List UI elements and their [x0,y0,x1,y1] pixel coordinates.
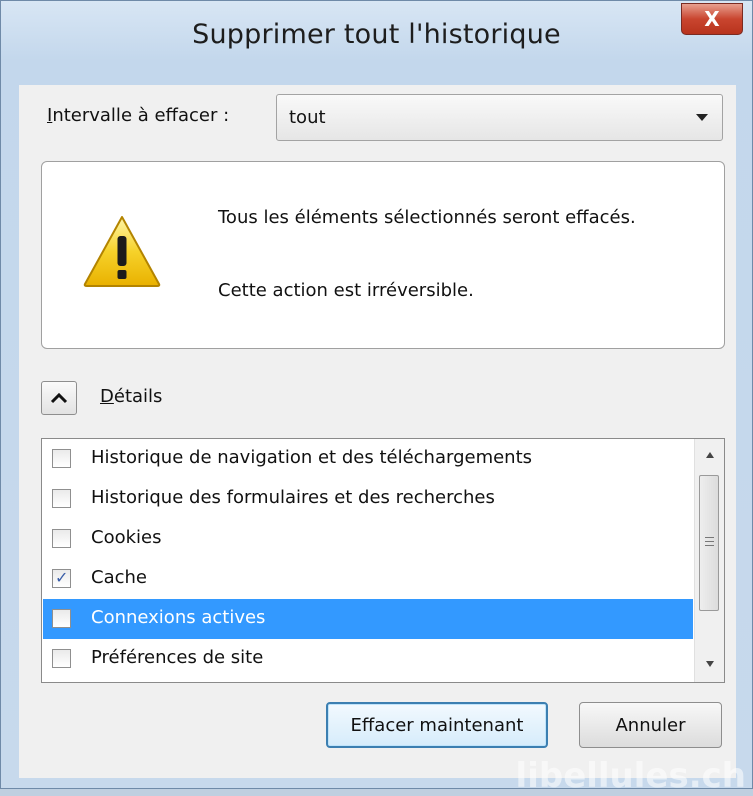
details-label[interactable]: Détails [100,386,162,407]
watermark: libellules.ch [515,756,746,796]
dialog-title: Supprimer tout l'historique [192,19,561,50]
scroll-up-arrow-icon [706,452,714,458]
cancel-button[interactable]: Annuler [579,702,722,748]
list-item-site-preferences[interactable]: Préférences de site [43,639,693,679]
list-item-browsing-history[interactable]: Historique de navigation et des téléchar… [43,439,693,479]
checkbox[interactable] [52,449,71,468]
checkbox[interactable] [52,529,71,548]
checkbox[interactable] [52,649,71,668]
warning-panel: Tous les éléments sélectionnés seront ef… [41,161,725,349]
item-label: Historique de navigation et des téléchar… [91,447,533,468]
close-button[interactable]: X [681,3,743,35]
list-item-cookies[interactable]: Cookies [43,519,693,559]
scroll-thumb[interactable] [699,475,719,611]
warning-message: Tous les éléments sélectionnés seront ef… [218,207,636,228]
dropdown-arrow-icon [696,114,708,121]
clear-now-button[interactable]: Effacer maintenant [326,702,548,748]
scroll-down-button[interactable] [695,650,724,680]
scroll-down-arrow-icon [706,661,714,667]
interval-selected-value: tout [289,107,326,128]
item-label: Préférences de site [91,647,264,668]
list-item-cache[interactable]: ✓ Cache [43,559,693,599]
checkbox[interactable] [52,489,71,508]
list-item-form-history[interactable]: Historique des formulaires et des recher… [43,479,693,519]
warning-irreversible: Cette action est irréversible. [218,280,474,301]
item-label: Cache [91,567,147,588]
interval-dropdown[interactable]: tout [276,94,723,141]
details-toggle-button[interactable] [41,381,77,415]
checkbox-checked[interactable]: ✓ [52,568,71,588]
interval-label: Intervalle à effacer : [47,105,230,126]
dialog-body: Intervalle à effacer : tout Tous les élé… [19,85,736,778]
checkmark-icon: ✓ [55,568,69,587]
list-scrollbar[interactable] [694,439,724,682]
close-icon: X [704,7,720,31]
list-item-active-logins[interactable]: Connexions actives [43,599,693,639]
item-label: Cookies [91,527,162,548]
scroll-up-button[interactable] [695,441,724,471]
history-items-list[interactable]: Historique de navigation et des téléchar… [41,438,725,683]
warning-triangle-icon [83,216,161,287]
item-label: Historique des formulaires et des recher… [91,487,495,508]
item-label: Connexions actives [91,607,266,628]
scroll-grip-icon [705,537,714,549]
title-bar[interactable]: Supprimer tout l'historique X [1,1,752,85]
checkbox[interactable] [52,609,71,628]
clear-history-dialog: Supprimer tout l'historique X Intervalle… [0,0,753,796]
chevron-up-icon [50,392,68,404]
